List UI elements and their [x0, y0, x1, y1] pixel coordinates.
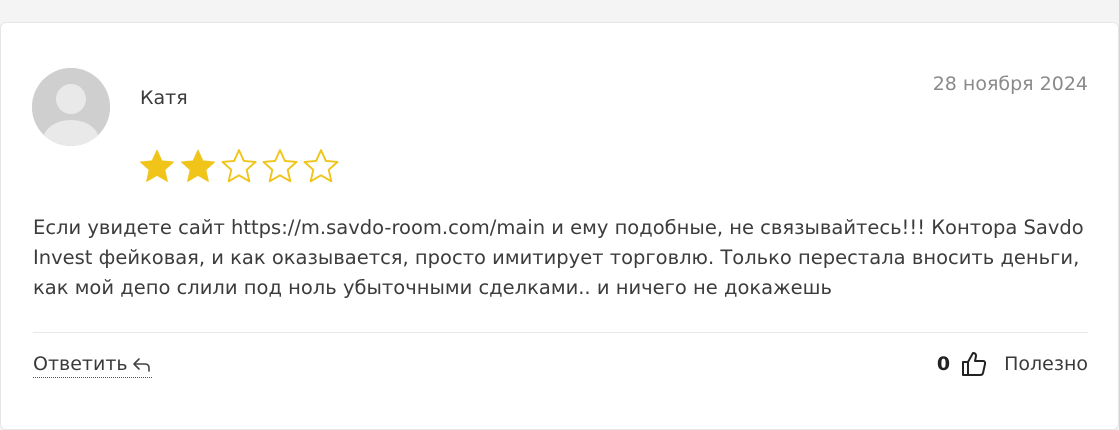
- reply-button[interactable]: Ответить: [33, 353, 152, 378]
- helpful-count: 0: [936, 353, 951, 375]
- avatar: [32, 68, 110, 146]
- reply-label: Ответить: [33, 353, 128, 375]
- star-filled-icon: [138, 148, 176, 184]
- reply-arrow-icon: [132, 356, 152, 372]
- star-empty-icon: [302, 148, 340, 184]
- review-text: Если увидете сайт https://m.savdo-room.c…: [33, 216, 1084, 299]
- user-avatar-icon: [32, 68, 110, 146]
- review-card: Катя 28 ноября 2024 Если увидете сайт ht…: [0, 22, 1119, 430]
- divider: [33, 332, 1088, 333]
- author-name: Катя: [140, 87, 188, 109]
- helpful-label: Полезно: [1004, 353, 1088, 375]
- star-empty-icon: [261, 148, 299, 184]
- review-date: 28 ноября 2024: [932, 73, 1088, 95]
- star-filled-icon: [179, 148, 217, 184]
- helpful-block: 0 Полезно: [937, 350, 1088, 378]
- thumbs-up-icon: [962, 352, 987, 376]
- like-button[interactable]: [960, 350, 988, 378]
- star-empty-icon: [220, 148, 258, 184]
- star-rating: [138, 148, 340, 184]
